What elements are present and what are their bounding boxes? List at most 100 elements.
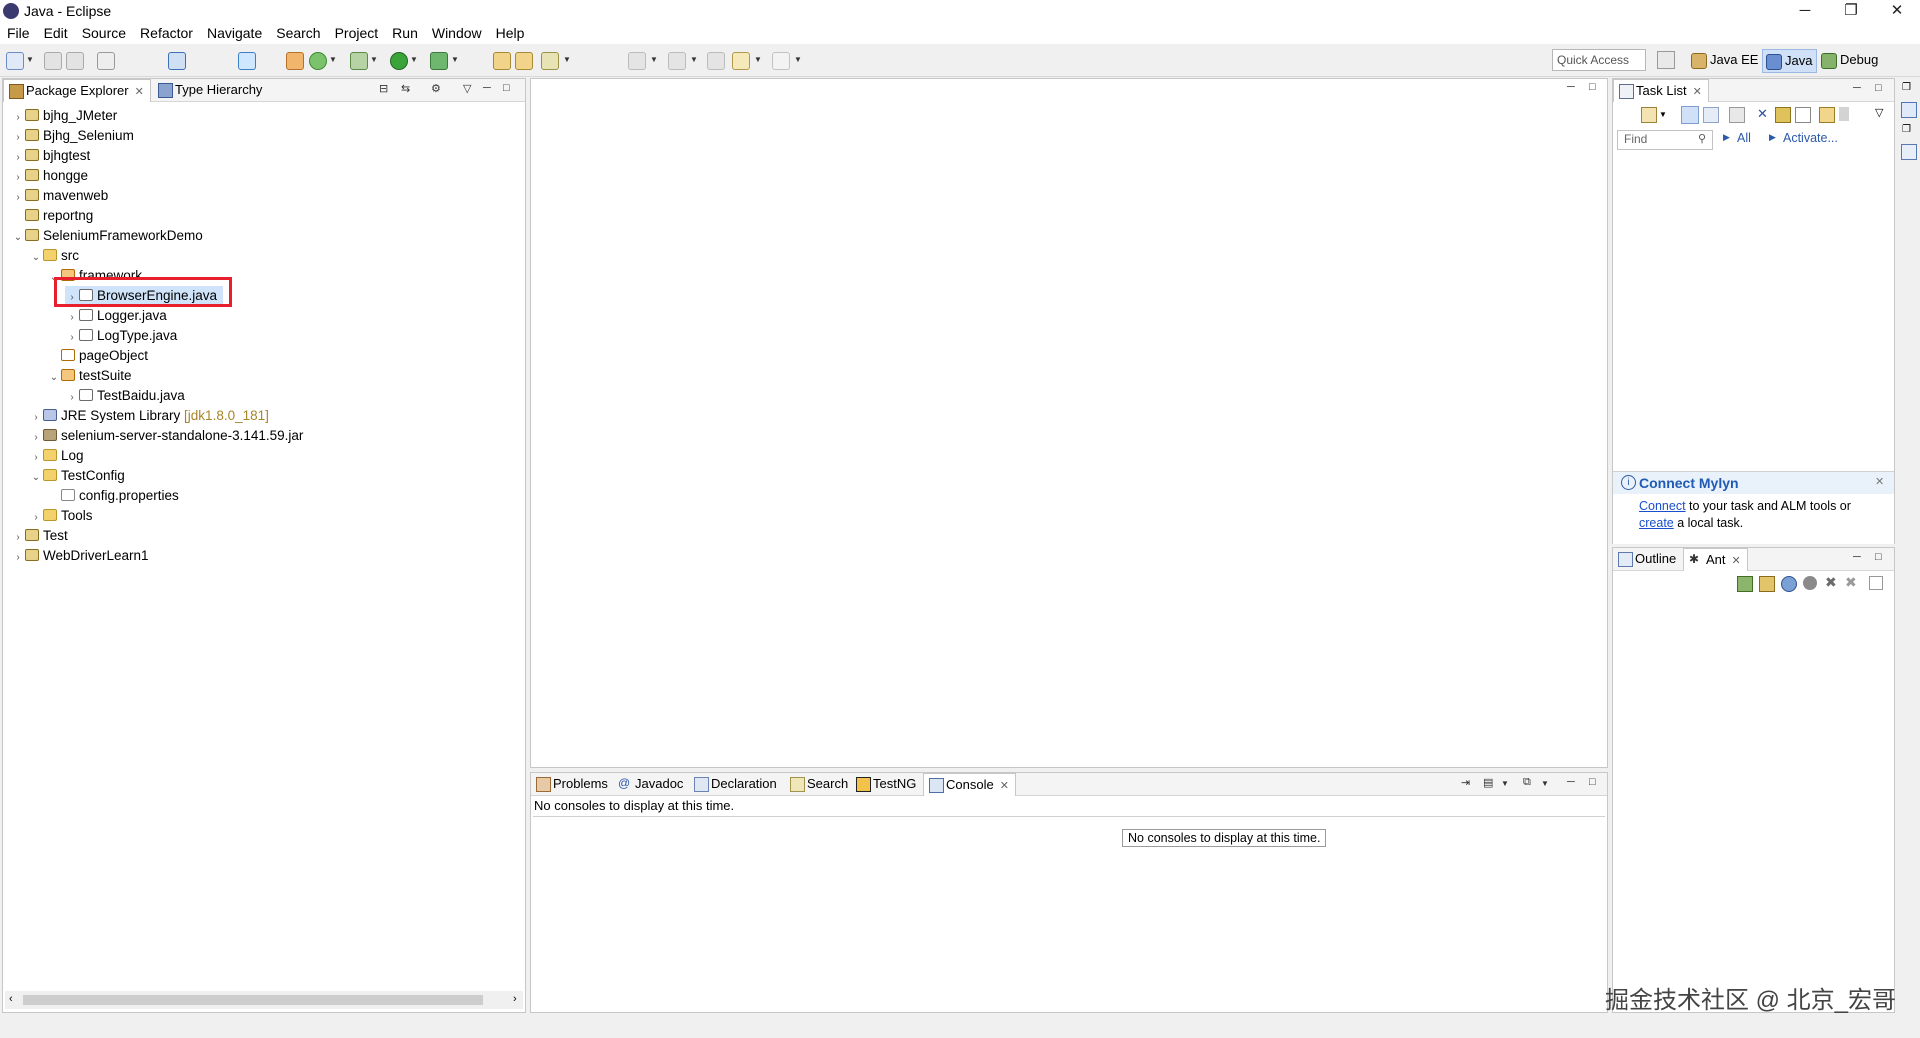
tab-package-explorer[interactable]: Package Explorer ✕: [3, 79, 151, 102]
add-buildfile-search-icon[interactable]: [1759, 576, 1775, 592]
close-mylyn-icon[interactable]: ✕: [1875, 475, 1884, 488]
new-icon[interactable]: [6, 52, 24, 70]
minimize-view-icon[interactable]: ─: [1853, 551, 1861, 563]
minimize-view-icon[interactable]: ─: [483, 82, 491, 94]
external-tools-dropdown-icon[interactable]: ▼: [451, 55, 459, 64]
back-icon[interactable]: [732, 52, 750, 70]
collapse-icon[interactable]: [1869, 576, 1883, 590]
task-find-input[interactable]: Find ⚲: [1617, 130, 1713, 150]
last-edit-icon[interactable]: [707, 52, 725, 70]
display-console-icon[interactable]: ▤: [1483, 776, 1493, 789]
menu-refactor[interactable]: Refactor: [133, 22, 200, 44]
maximize-view-icon[interactable]: □: [1875, 82, 1882, 94]
scheduled-icon[interactable]: [1703, 107, 1719, 123]
activate-task-link[interactable]: Activate...: [1783, 131, 1838, 145]
all-working-sets-link[interactable]: All: [1737, 131, 1751, 145]
tab-testng[interactable]: TestNG: [851, 773, 922, 795]
open-type-icon[interactable]: [493, 52, 511, 70]
trim-view-icon-2[interactable]: [1901, 144, 1917, 160]
trim-view-icon[interactable]: [1901, 102, 1917, 118]
tree-item-bjhgtest[interactable]: › bjhgtest: [11, 146, 90, 166]
menu-window[interactable]: Window: [425, 22, 489, 44]
search-dropdown-icon[interactable]: ▼: [563, 55, 571, 64]
remove-all-icon[interactable]: ✖: [1845, 574, 1857, 591]
remove-icon[interactable]: ✖: [1825, 574, 1837, 591]
restore-trim-icon-2[interactable]: ❐: [1902, 124, 1911, 135]
debug-icon[interactable]: [350, 52, 368, 70]
open-task-icon[interactable]: [515, 52, 533, 70]
print-icon[interactable]: [97, 52, 115, 70]
run-dropdown-icon[interactable]: ▼: [410, 55, 418, 64]
tree-item-test[interactable]: › Test: [11, 526, 67, 546]
hide-completed-icon[interactable]: ✕: [1757, 107, 1771, 121]
pin-console-icon[interactable]: ⇥: [1461, 776, 1470, 789]
new-task-icon[interactable]: [1641, 107, 1657, 123]
minimize-button[interactable]: ─: [1782, 0, 1828, 24]
perspective-debug[interactable]: Debug: [1818, 49, 1882, 71]
close-tab-icon[interactable]: ✕: [135, 86, 144, 98]
maximize-view-icon[interactable]: □: [1875, 551, 1882, 563]
minimize-editor-icon[interactable]: ─: [1567, 81, 1575, 93]
menu-search[interactable]: Search: [269, 22, 327, 44]
tab-type-hierarchy[interactable]: Type Hierarchy: [153, 79, 268, 101]
maximize-editor-icon[interactable]: □: [1589, 81, 1596, 93]
open-console-icon[interactable]: ⧉: [1523, 776, 1531, 789]
add-buildfile-icon[interactable]: [1737, 576, 1753, 592]
tree-item-bjhg-selenium[interactable]: › Bjhg_Selenium: [11, 126, 133, 146]
tree-item-log[interactable]: › Log: [29, 446, 83, 466]
tree-item-testbaidu-java[interactable]: › TestBaidu.java: [65, 386, 184, 406]
minimize-view-icon[interactable]: ─: [1567, 776, 1575, 788]
next-annotation-dropdown-icon[interactable]: ▼: [650, 55, 658, 64]
tree-item-src[interactable]: ⌄ src: [29, 246, 79, 266]
search-tool-icon[interactable]: [541, 52, 559, 70]
tree-item-reportng[interactable]: reportng: [11, 206, 93, 226]
tab-task-list[interactable]: Task List ✕: [1613, 79, 1709, 102]
open-console-dropdown-icon[interactable]: ▼: [1541, 779, 1549, 788]
hide-internal-targets-icon[interactable]: [1781, 576, 1797, 592]
sync-tasks-icon[interactable]: [1819, 107, 1835, 123]
scroll-left-icon[interactable]: ‹: [9, 993, 13, 1005]
display-console-dropdown-icon[interactable]: ▼: [1501, 779, 1509, 788]
tree-item-config-properties[interactable]: config.properties: [47, 486, 179, 506]
tree-item-mavenweb[interactable]: › mavenweb: [11, 186, 108, 206]
save-icon[interactable]: [44, 52, 62, 70]
minimize-view-icon[interactable]: ─: [1853, 82, 1861, 94]
menu-edit[interactable]: Edit: [37, 22, 75, 44]
prev-annotation-dropdown-icon[interactable]: ▼: [690, 55, 698, 64]
skip-breakpoints-icon[interactable]: [238, 52, 256, 70]
menu-help[interactable]: Help: [489, 22, 532, 44]
tree-item-hongge[interactable]: › hongge: [11, 166, 88, 186]
new-task-dropdown-icon[interactable]: ▼: [1659, 110, 1667, 119]
create-link[interactable]: create: [1639, 516, 1674, 530]
forward-dropdown-icon[interactable]: ▼: [794, 55, 802, 64]
tab-search[interactable]: Search: [785, 773, 854, 795]
collapse-all-icon[interactable]: [1795, 107, 1811, 123]
close-tab-icon[interactable]: ✕: [1693, 86, 1702, 98]
view-menu-icon[interactable]: ▽: [1875, 106, 1883, 119]
horizontal-scrollbar[interactable]: ‹ ›: [5, 991, 523, 1009]
filter-icon[interactable]: ⚙: [431, 82, 441, 95]
collapse-all-icon[interactable]: ⊟: [379, 82, 388, 95]
tab-declaration[interactable]: Declaration: [689, 773, 783, 795]
tree-item-tools[interactable]: › Tools: [29, 506, 92, 526]
tree-item-testconfig[interactable]: ⌄ TestConfig: [29, 466, 125, 486]
close-tab-icon[interactable]: ✕: [1732, 555, 1741, 567]
back-dropdown-icon[interactable]: ▼: [754, 55, 762, 64]
forward-icon[interactable]: [772, 52, 790, 70]
next-annotation-icon[interactable]: [628, 52, 646, 70]
focus-workweek-icon[interactable]: [1729, 107, 1745, 123]
menu-run[interactable]: Run: [385, 22, 425, 44]
new-class-dropdown-icon[interactable]: ▼: [329, 55, 337, 64]
categorized-icon[interactable]: [1681, 106, 1699, 124]
close-button[interactable]: ✕: [1874, 0, 1920, 24]
close-tab-icon[interactable]: ✕: [1000, 780, 1009, 792]
menu-file[interactable]: File: [0, 22, 37, 44]
tab-outline[interactable]: Outline: [1613, 548, 1682, 570]
menu-project[interactable]: Project: [328, 22, 386, 44]
tree-item-bjhg-jmeter[interactable]: › bjhg_JMeter: [11, 106, 117, 126]
perspective-java-ee[interactable]: Java EE: [1688, 49, 1762, 71]
tree-item-selenium-jar[interactable]: › selenium-server-standalone-3.141.59.jar: [29, 426, 303, 446]
new-package-icon[interactable]: [286, 52, 304, 70]
maximize-view-icon[interactable]: □: [503, 82, 510, 94]
tree-item-webdriverlearn1[interactable]: › WebDriverLearn1: [11, 546, 148, 566]
